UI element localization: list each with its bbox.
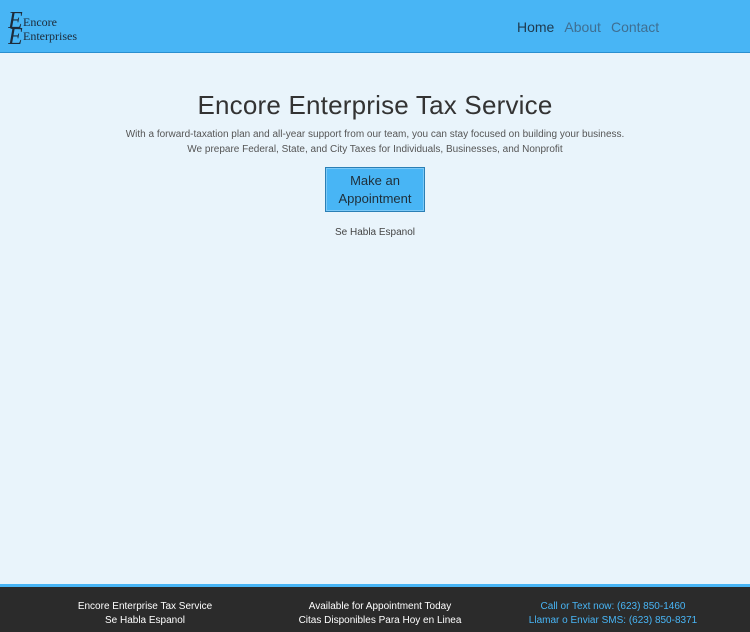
nav-about[interactable]: About — [564, 19, 601, 35]
encore-logo[interactable]: E E Encore Enterprises — [8, 8, 100, 46]
main-nav: Home About Contact — [517, 19, 659, 35]
nav-contact[interactable]: Contact — [611, 19, 659, 35]
tagline: With a forward-taxation plan and all-yea… — [0, 127, 750, 157]
hero-section: Encore Enterprise Tax Service With a for… — [0, 90, 750, 238]
footer-sms-link[interactable]: Llamar o Enviar SMS: (623) 850-8371 — [493, 614, 733, 628]
footer: Encore Enterprise Tax Service Se Habla E… — [0, 584, 750, 632]
svg-text:E: E — [8, 24, 23, 46]
footer-availability-en: Available for Appointment Today — [308, 601, 452, 612]
nav-home[interactable]: Home — [517, 19, 554, 35]
tagline-line1: With a forward-taxation plan and all-yea… — [125, 129, 625, 140]
make-appointment-button[interactable]: Make an Appointment — [325, 167, 425, 212]
footer-spanish-note: Se Habla Espanol — [104, 615, 186, 626]
footer-company-name: Encore Enterprise Tax Service — [77, 601, 213, 612]
footer-company: Encore Enterprise Tax Service Se Habla E… — [25, 600, 265, 628]
footer-contact: Call or Text now: (623) 850-1460 Llamar … — [493, 600, 733, 628]
footer-call-link[interactable]: Call or Text now: (623) 850-1460 — [493, 600, 733, 614]
logo-line1: Encore — [23, 15, 57, 29]
logo-line2: Enterprises — [23, 29, 77, 43]
page-title: Encore Enterprise Tax Service — [197, 90, 553, 120]
footer-availability: Available for Appointment Today Citas Di… — [260, 600, 500, 628]
tagline-line2: We prepare Federal, State, and City Taxe… — [187, 144, 563, 155]
footer-availability-es: Citas Disponibles Para Hoy en Linea — [298, 615, 462, 626]
spanish-note: Se Habla Espanol — [334, 227, 416, 238]
top-navbar: E E Encore Enterprises Home About Contac… — [0, 0, 750, 53]
encore-logo-icon: E E Encore Enterprises — [8, 8, 77, 46]
